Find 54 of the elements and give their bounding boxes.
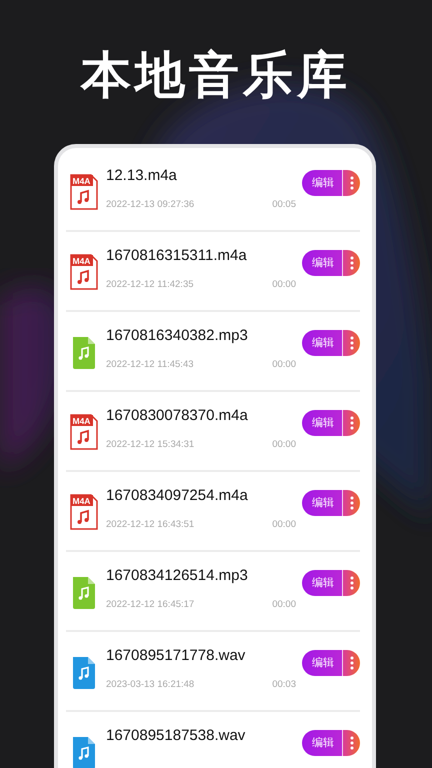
edit-button[interactable]: 编辑 [302, 570, 342, 596]
more-icon [350, 496, 354, 510]
file-name: 1670895187538.wav [106, 726, 246, 746]
edit-button[interactable]: 编辑 [302, 410, 342, 436]
more-button[interactable] [342, 650, 360, 676]
edit-button[interactable]: 编辑 [302, 490, 342, 516]
m4a-file-icon: M4A [70, 414, 98, 450]
file-date: 2022-12-12 16:43:51 [106, 518, 194, 532]
wav-file-icon [70, 654, 98, 690]
more-icon [350, 576, 354, 590]
more-icon [350, 656, 354, 670]
more-icon [350, 416, 354, 430]
file-duration: 00:00 [272, 278, 296, 292]
mp3-file-icon [70, 574, 98, 610]
more-icon [350, 336, 354, 350]
mp3-file-icon [70, 334, 98, 370]
page-title: 本地音乐库 [79, 45, 352, 106]
m4a-file-icon: M4A [70, 174, 98, 210]
more-button[interactable] [342, 330, 360, 356]
file-name: 1670830078370.m4a [106, 406, 249, 426]
more-button[interactable] [342, 570, 360, 596]
edit-button[interactable]: 编辑 [302, 330, 342, 356]
file-date: 2022-12-13 09:27:36 [106, 198, 194, 212]
file-duration: 00:05 [272, 198, 296, 212]
more-icon [350, 176, 354, 190]
m4a-file-icon: M4A [70, 254, 98, 290]
file-name: 12.13.m4a [106, 166, 178, 186]
more-icon [350, 256, 354, 270]
file-duration: 00:00 [272, 518, 296, 532]
more-button[interactable] [342, 730, 360, 756]
more-button[interactable] [342, 490, 360, 516]
more-button[interactable] [342, 170, 360, 196]
file-duration: 00:03 [272, 678, 296, 692]
edit-button[interactable]: 编辑 [302, 170, 342, 196]
file-duration: 00:00 [272, 358, 296, 372]
file-name: 1670895171778.wav [106, 646, 246, 666]
edit-button[interactable]: 编辑 [302, 650, 342, 676]
more-button[interactable] [342, 410, 360, 436]
more-icon [350, 736, 354, 750]
edit-button[interactable]: 编辑 [302, 730, 342, 756]
file-date: 2022-12-12 16:45:17 [106, 598, 194, 612]
file-name: 1670816340382.mp3 [106, 326, 249, 346]
file-duration: 00:00 [272, 598, 296, 612]
edit-button[interactable]: 编辑 [302, 250, 342, 276]
file-name: 1670816315311.m4a [106, 246, 248, 266]
more-button[interactable] [342, 250, 360, 276]
file-date: 2022-12-12 11:42:35 [106, 278, 194, 292]
m4a-file-icon: M4A [70, 494, 98, 530]
file-date: 2022-12-12 11:45:43 [106, 358, 194, 372]
file-duration: 00:00 [272, 438, 296, 452]
file-name: 1670834097254.m4a [106, 486, 249, 506]
file-name: 1670834126514.mp3 [106, 566, 249, 586]
file-date: 2023-03-13 16:21:48 [106, 678, 194, 692]
file-date: 2022-12-12 15:34:31 [106, 438, 194, 452]
